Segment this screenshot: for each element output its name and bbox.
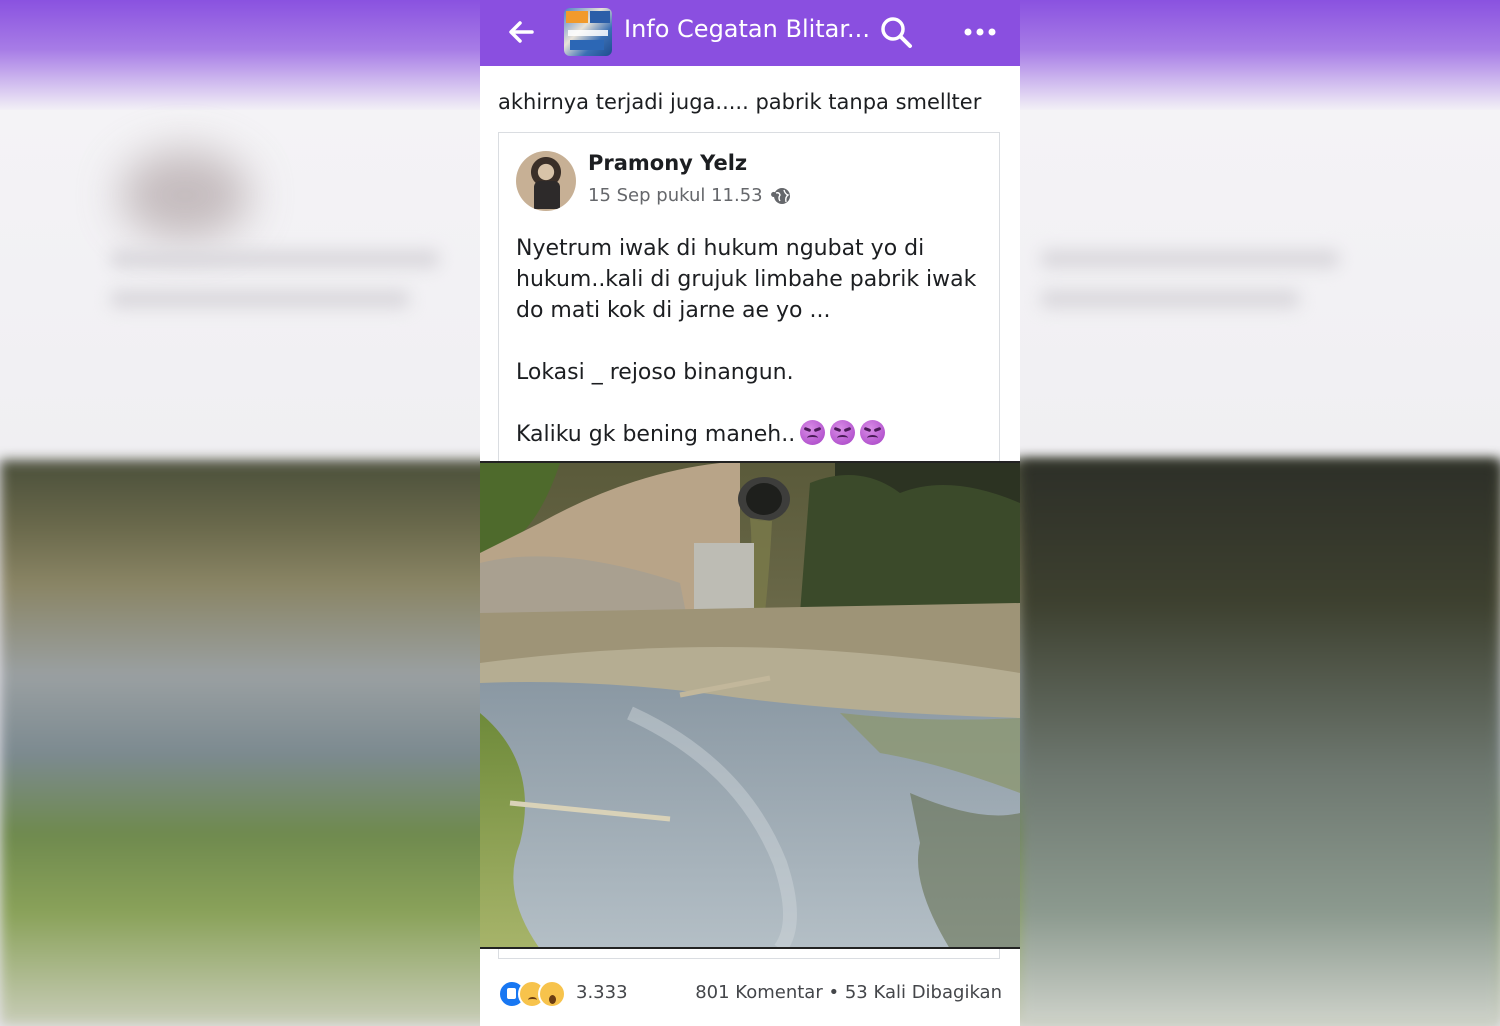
dizzy-face-emoji-icon [830, 420, 856, 445]
app-header: Info Cegatan Blitar... [480, 0, 1020, 66]
arrow-left-icon[interactable] [506, 17, 536, 47]
post-photo-river-pipe[interactable] [480, 461, 1020, 949]
post-paragraph: Nyetrum iwak di hukum ngubat yo di hukum… [516, 236, 977, 323]
globe-icon [774, 188, 790, 204]
author-name[interactable]: Pramony Yelz [588, 151, 747, 175]
shared-post-card[interactable]: Pramony Yelz 15 Sep pukul 11.53 • Nyetru… [498, 132, 1000, 462]
post-timestamp[interactable]: 15 Sep pukul 11.53 • [588, 185, 779, 206]
reaction-count[interactable]: 3.333 [576, 982, 628, 1003]
wow-reaction-icon [538, 980, 566, 1008]
dizzy-face-emoji-icon [860, 420, 886, 445]
group-title[interactable]: Info Cegatan Blitar... [624, 15, 870, 43]
search-icon[interactable] [878, 14, 914, 50]
post-caption: akhirnya terjadi juga..... pabrik tanpa … [498, 90, 982, 114]
engagement-separator: • [828, 982, 840, 1003]
timestamp-text: 15 Sep pukul 11.53 [588, 185, 763, 206]
engagement-summary: 801 Komentar • 53 Kali Dibagikan [695, 982, 1002, 1003]
post-body: Nyetrum iwak di hukum ngubat yo di hukum… [516, 233, 986, 481]
author-avatar[interactable] [516, 151, 576, 211]
card-bottom-border [498, 949, 1000, 959]
post-paragraph-last: Kaliku gk bening maneh.. [516, 419, 986, 450]
share-count-link[interactable]: 53 Kali Dibagikan [845, 982, 1002, 1003]
post-paragraph-text: Kaliku gk bening maneh.. [516, 422, 796, 447]
phone-screen: Info Cegatan Blitar... akhirnya terjadi … [480, 0, 1020, 1026]
photo-illustration [480, 463, 1020, 947]
comment-count-link[interactable]: 801 Komentar [695, 982, 823, 1003]
dizzy-face-emoji-icon [800, 420, 826, 445]
group-avatar[interactable] [564, 8, 612, 56]
more-horizontal-icon[interactable] [960, 17, 1000, 47]
post-paragraph: Lokasi _ rejoso binangun. [516, 360, 794, 385]
